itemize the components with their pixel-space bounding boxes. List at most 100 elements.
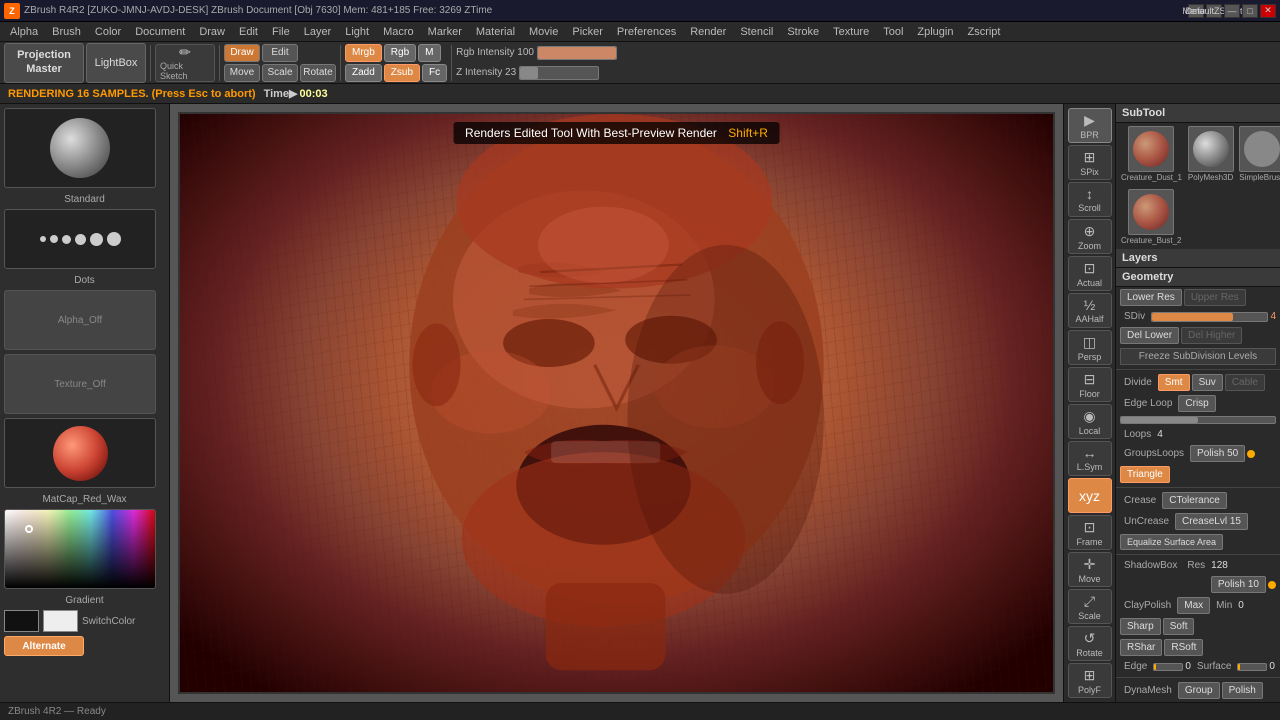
equalize-button[interactable]: Equalize Surface Area bbox=[1120, 534, 1223, 550]
spix-button[interactable]: ⊞ SPix bbox=[1068, 145, 1112, 180]
menu-stencil[interactable]: Stencil bbox=[734, 24, 779, 40]
m-toggle[interactable]: M bbox=[418, 44, 440, 62]
move-tool-button[interactable]: Move bbox=[224, 64, 260, 82]
menu-edit[interactable]: Edit bbox=[233, 24, 264, 40]
menu-material[interactable]: Material bbox=[470, 24, 521, 40]
mrgb-toggle[interactable]: Mrgb bbox=[345, 44, 382, 62]
lsym-button[interactable]: ↔ L.Sym bbox=[1068, 441, 1112, 476]
aahalf-button[interactable]: ½ AAHalf bbox=[1068, 293, 1112, 328]
smt-button[interactable]: Smt bbox=[1158, 374, 1190, 391]
polish-button[interactable]: Polish 50 bbox=[1190, 445, 1245, 462]
stroke-preview[interactable] bbox=[4, 209, 156, 269]
scale-tool-button[interactable]: Scale bbox=[262, 64, 298, 82]
lightbox-button[interactable]: LightBox bbox=[86, 43, 146, 83]
ctolerance-button[interactable]: CTolerance bbox=[1162, 492, 1227, 509]
local-button[interactable]: ◉ Local bbox=[1068, 404, 1112, 439]
brush-preview[interactable] bbox=[4, 108, 156, 188]
cable-button[interactable]: Cable bbox=[1225, 374, 1265, 391]
projection-master-button[interactable]: Projection Master bbox=[4, 43, 84, 83]
upper-res-button[interactable]: Upper Res bbox=[1184, 289, 1246, 306]
foreground-color[interactable] bbox=[4, 610, 39, 632]
sdiv-slider[interactable] bbox=[1151, 312, 1268, 322]
edge-slider[interactable] bbox=[1153, 663, 1183, 671]
menu-texture[interactable]: Texture bbox=[827, 24, 875, 40]
rshar-button[interactable]: RShar bbox=[1120, 639, 1162, 656]
subtool-header[interactable]: SubTool bbox=[1116, 104, 1280, 123]
thumb-polymesh[interactable] bbox=[1188, 126, 1234, 172]
background-color[interactable] bbox=[43, 610, 78, 632]
rgb-intensity-slider[interactable] bbox=[537, 46, 617, 60]
script-button[interactable]: DefaultZScript bbox=[1206, 4, 1222, 18]
edit-button[interactable]: Edit bbox=[262, 44, 298, 62]
minimize-button[interactable]: — bbox=[1224, 4, 1240, 18]
lower-res-button[interactable]: Lower Res bbox=[1120, 289, 1182, 306]
zsub-toggle[interactable]: Zsub bbox=[384, 64, 420, 82]
del-higher-button[interactable]: Del Higher bbox=[1181, 327, 1242, 344]
crisp-button[interactable]: Crisp bbox=[1178, 395, 1215, 412]
freeze-subdivide-button[interactable]: Freeze SubDivision Levels bbox=[1120, 348, 1276, 365]
alternate-button[interactable]: Alternate bbox=[4, 636, 84, 656]
menu-zscript[interactable]: Zscript bbox=[961, 24, 1006, 40]
layers-header[interactable]: Layers bbox=[1116, 249, 1280, 268]
menu-document[interactable]: Document bbox=[129, 24, 191, 40]
alpha-preview[interactable]: Alpha_Off bbox=[4, 290, 156, 350]
close-button[interactable]: ✕ bbox=[1260, 4, 1276, 18]
suv-button[interactable]: Suv bbox=[1192, 374, 1223, 391]
menu-marker[interactable]: Marker bbox=[422, 24, 468, 40]
vp-rotate-button[interactable]: ↺ Rotate bbox=[1068, 626, 1112, 661]
polish2-button[interactable]: Polish bbox=[1222, 682, 1263, 699]
material-preview[interactable] bbox=[4, 418, 156, 488]
rsoft-button[interactable]: RSoft bbox=[1164, 639, 1203, 656]
edge-loop-slider[interactable] bbox=[1120, 416, 1276, 424]
polish10-button[interactable]: Polish 10 bbox=[1211, 576, 1266, 593]
thumb-creature2[interactable] bbox=[1128, 189, 1174, 235]
xyz-button[interactable]: xyz bbox=[1068, 478, 1112, 513]
menu-macro[interactable]: Macro bbox=[377, 24, 420, 40]
zadd-toggle[interactable]: Zadd bbox=[345, 64, 382, 82]
zoom-button[interactable]: ⊕ Zoom bbox=[1068, 219, 1112, 254]
persp-button[interactable]: ◫ Persp bbox=[1068, 330, 1112, 365]
rotate-tool-button[interactable]: Rotate bbox=[300, 64, 336, 82]
menu-file[interactable]: File bbox=[266, 24, 296, 40]
menu-preferences[interactable]: Preferences bbox=[611, 24, 682, 40]
menu-draw[interactable]: Draw bbox=[193, 24, 231, 40]
z-intensity-slider[interactable] bbox=[519, 66, 599, 80]
triangle-button[interactable]: Triangle bbox=[1120, 466, 1170, 483]
menu-movie[interactable]: Movie bbox=[523, 24, 564, 40]
del-lower-button[interactable]: Del Lower bbox=[1120, 327, 1179, 344]
vp-scale-button[interactable]: ⤢ Scale bbox=[1068, 589, 1112, 624]
polyf-button[interactable]: ⊞ PolyF bbox=[1068, 663, 1112, 698]
texture-preview[interactable]: Texture_Off bbox=[4, 354, 156, 414]
thumb-simplebrush[interactable] bbox=[1239, 126, 1280, 172]
color-picker[interactable] bbox=[4, 509, 156, 589]
fc-toggle[interactable]: Fc bbox=[422, 64, 447, 82]
menu-layer[interactable]: Layer bbox=[298, 24, 338, 40]
frame-button[interactable]: ⊡ Frame bbox=[1068, 515, 1112, 550]
menu-brush[interactable]: Brush bbox=[46, 24, 87, 40]
floor-button[interactable]: ⊟ Floor bbox=[1068, 367, 1112, 402]
maximize-button[interactable]: □ bbox=[1242, 4, 1258, 18]
surface-slider[interactable] bbox=[1237, 663, 1267, 671]
menu-color[interactable]: Color bbox=[89, 24, 127, 40]
menu-stroke[interactable]: Stroke bbox=[781, 24, 825, 40]
draw-button[interactable]: Draw bbox=[224, 44, 260, 62]
vp-move-button[interactable]: ✛ Move bbox=[1068, 552, 1112, 587]
actual-button[interactable]: ⊡ Actual bbox=[1068, 256, 1112, 291]
soft-button[interactable]: Soft bbox=[1163, 618, 1195, 635]
max-button[interactable]: Max bbox=[1177, 597, 1210, 614]
menu-zplugin[interactable]: Zplugin bbox=[911, 24, 959, 40]
menu-render[interactable]: Render bbox=[684, 24, 732, 40]
menu-tool[interactable]: Tool bbox=[877, 24, 909, 40]
canvas-area[interactable]: Renders Edited Tool With Best-Preview Re… bbox=[170, 104, 1063, 702]
group-button[interactable]: Group bbox=[1178, 682, 1220, 699]
bpr-button[interactable]: ▶ BPR bbox=[1068, 108, 1112, 143]
rgb-toggle[interactable]: Rgb bbox=[384, 44, 416, 62]
crease-lvl-button[interactable]: CreaseLvl 15 bbox=[1175, 513, 1248, 530]
menu-alpha[interactable]: Alpha bbox=[4, 24, 44, 40]
quick-sketch-group[interactable]: ✏ Quick Sketch bbox=[155, 44, 215, 82]
menu-light[interactable]: Light bbox=[339, 24, 375, 40]
geometry-header[interactable]: Geometry bbox=[1116, 268, 1280, 287]
scroll-button[interactable]: ↕ Scroll bbox=[1068, 182, 1112, 217]
thumb-creature1[interactable] bbox=[1128, 126, 1174, 172]
menu-picker[interactable]: Picker bbox=[566, 24, 609, 40]
